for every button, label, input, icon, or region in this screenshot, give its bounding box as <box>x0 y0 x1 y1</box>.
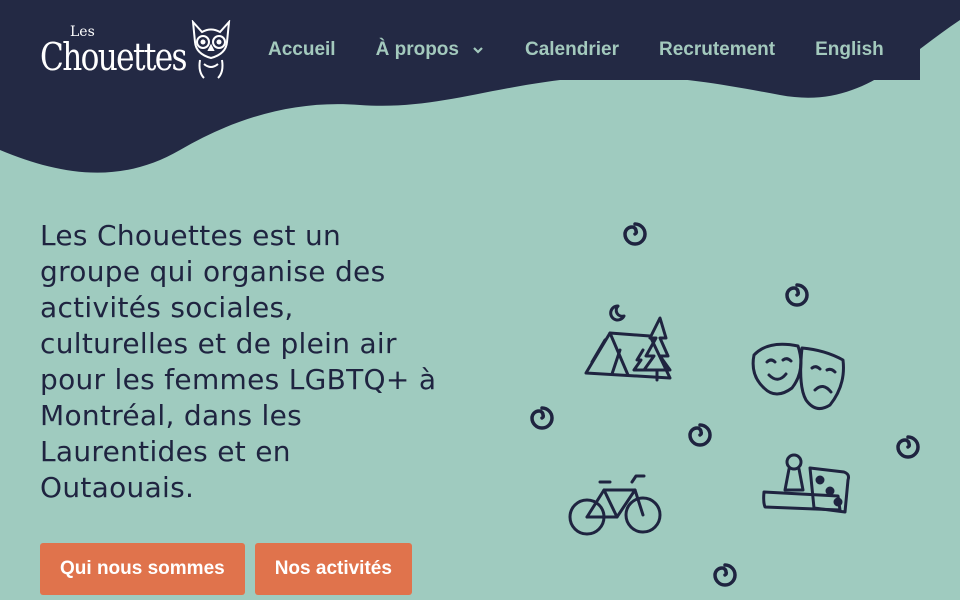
nav-item-a-propos[interactable]: À propos <box>356 20 505 80</box>
activities-button[interactable]: Nos activités <box>254 543 412 595</box>
swirl-icon <box>688 423 712 447</box>
owl-icon <box>191 20 231 79</box>
site-logo[interactable]: Les Chouettes <box>40 20 235 82</box>
swirl-icon <box>713 563 737 587</box>
main-navigation: Accueil À propos Calendrier Recrutement … <box>248 20 920 80</box>
intro-text: Les Chouettes est un groupe qui organise… <box>40 219 437 504</box>
nav-item-label: Recrutement <box>658 39 776 60</box>
site-header: Les Chouettes Accueil À propos Calendrie… <box>0 0 960 190</box>
about-button[interactable]: Qui nous sommes <box>40 543 245 595</box>
nav-item-calendrier[interactable]: Calendrier <box>505 20 639 80</box>
bicycle-icon <box>568 474 662 536</box>
camping-icon <box>584 304 672 382</box>
logo-big-text: Chouettes <box>40 35 188 79</box>
theater-masks-icon <box>751 342 845 411</box>
activities-illustration <box>530 222 920 587</box>
nav-item-label: À propos <box>375 39 459 60</box>
nav-item-accueil[interactable]: Accueil <box>268 20 356 80</box>
tree-icon <box>632 316 672 382</box>
nav-item-label: English <box>815 39 884 60</box>
swirl-icon <box>785 283 809 307</box>
board-game-icon <box>762 453 850 514</box>
chevron-down-icon <box>473 47 483 54</box>
hero-buttons: Qui nous sommes Nos activités <box>40 543 412 595</box>
nav-item-english[interactable]: English <box>795 20 904 80</box>
swirl-icon <box>623 222 647 246</box>
nav-item-label: Accueil <box>268 39 336 60</box>
nav-item-label: Calendrier <box>524 39 619 60</box>
nav-item-recrutement[interactable]: Recrutement <box>639 20 795 80</box>
swirl-icon <box>896 435 920 459</box>
swirl-icon <box>530 406 554 430</box>
moon-icon <box>609 304 626 322</box>
